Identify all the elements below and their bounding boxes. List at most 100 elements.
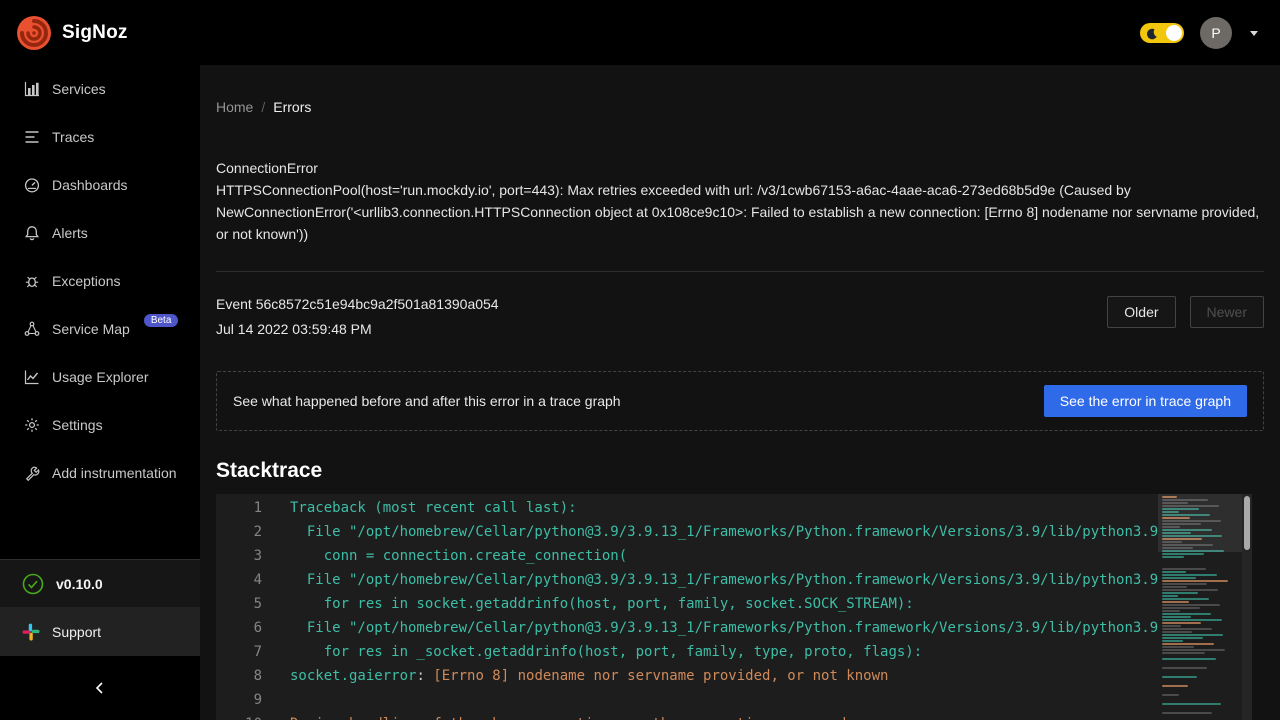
sidebar-item-add-instrumentation[interactable]: Add instrumentation: [0, 449, 200, 497]
event-meta: Event 56c8572c51e94bc9a2f501a81390a054 J…: [216, 296, 499, 338]
line-number: 4: [216, 568, 278, 592]
slack-icon: [22, 623, 40, 641]
sidebar-item-label: Settings: [52, 417, 103, 433]
theme-toggle[interactable]: [1140, 23, 1184, 43]
stack-line: 9: [216, 688, 1252, 712]
event-id: Event 56c8572c51e94bc9a2f501a81390a054: [216, 296, 499, 313]
caret-down-icon[interactable]: [1248, 27, 1260, 39]
stacktrace-code-block: 1Traceback (most recent call last):2 Fil…: [216, 494, 1252, 720]
sidebar-item-label: Exceptions: [52, 273, 120, 289]
sidebar-item-label: Service Map: [52, 321, 130, 337]
sidebar-item-label: Alerts: [52, 225, 88, 241]
code-scrollbar-thumb[interactable]: [1244, 496, 1250, 550]
line-chart-icon: [24, 369, 40, 385]
stack-line: 10During handling of the above exception…: [216, 712, 1252, 720]
gear-icon: [24, 417, 40, 433]
avatar[interactable]: P: [1200, 17, 1232, 49]
signoz-logo: [16, 15, 52, 51]
line-number: 2: [216, 520, 278, 544]
moon-icon: [1146, 27, 1158, 43]
trace-banner-text: See what happened before and after this …: [233, 393, 621, 409]
line-number: 9: [216, 688, 278, 712]
newer-button[interactable]: Newer: [1190, 296, 1264, 328]
app-name: SigNoz: [62, 22, 128, 44]
sidebar-item-settings[interactable]: Settings: [0, 401, 200, 449]
main-content: Home/Errors ConnectionError HTTPSConnect…: [200, 65, 1280, 720]
tool-icon: [24, 465, 40, 481]
line-text: socket.gaierror: [Errno 8] nodename nor …: [278, 664, 1252, 688]
sidebar-item-support[interactable]: Support: [0, 607, 200, 656]
code-minimap[interactable]: [1158, 494, 1242, 720]
event-nav-buttons: Older Newer: [1107, 296, 1264, 328]
sidebar-nav: Services Traces Dashboards Alerts Exceptions…: [0, 65, 200, 497]
beta-badge: Beta: [144, 314, 179, 327]
error-message: HTTPSConnectionPool(host='run.mockdy.io'…: [216, 179, 1264, 245]
sidebar-item-exceptions[interactable]: Exceptions: [0, 257, 200, 305]
line-text: File "/opt/homebrew/Cellar/python@3.9/3.…: [278, 568, 1252, 592]
event-row: Event 56c8572c51e94bc9a2f501a81390a054 J…: [216, 296, 1264, 338]
sidebar-item-dashboards[interactable]: Dashboards: [0, 161, 200, 209]
sidebar-item-service-map[interactable]: Service Map Beta: [0, 305, 200, 353]
minimap-viewport: [1158, 494, 1242, 552]
version-row[interactable]: v0.10.0: [0, 559, 200, 607]
toggle-knob: [1166, 25, 1182, 41]
stack-line: 4 File "/opt/homebrew/Cellar/python@3.9/…: [216, 568, 1252, 592]
stack-line: 8socket.gaierror: [Errno 8] nodename nor…: [216, 664, 1252, 688]
line-text: for res in _socket.getaddrinfo(host, por…: [278, 640, 1252, 664]
sidebar-item-services[interactable]: Services: [0, 65, 200, 113]
brand[interactable]: SigNoz: [16, 15, 128, 51]
line-number: 10: [216, 712, 278, 720]
bell-icon: [24, 225, 40, 241]
sidebar-item-usage-explorer[interactable]: Usage Explorer: [0, 353, 200, 401]
sidebar-item-label: Traces: [52, 129, 94, 145]
stack-line: 2 File "/opt/homebrew/Cellar/python@3.9/…: [216, 520, 1252, 544]
stacktrace-heading: Stacktrace: [216, 459, 1264, 483]
line-number: 6: [216, 616, 278, 640]
support-label: Support: [52, 624, 101, 640]
stack-line: 1Traceback (most recent call last):: [216, 496, 1252, 520]
line-text: During handling of the above exception, …: [278, 712, 1252, 720]
check-circle-icon: [22, 573, 44, 595]
line-number: 8: [216, 664, 278, 688]
sidebar-collapse[interactable]: [0, 656, 200, 720]
header-right: P: [1140, 17, 1260, 49]
sidebar-item-label: Usage Explorer: [52, 369, 149, 385]
line-text: [278, 688, 1252, 712]
line-text: Traceback (most recent call last):: [278, 496, 1252, 520]
stack-line: 5 for res in socket.getaddrinfo(host, po…: [216, 592, 1252, 616]
stack-line: 6 File "/opt/homebrew/Cellar/python@3.9/…: [216, 616, 1252, 640]
older-button[interactable]: Older: [1107, 296, 1175, 328]
chevron-left-icon: [93, 681, 107, 695]
align-left-icon: [24, 129, 40, 145]
line-number: 7: [216, 640, 278, 664]
breadcrumb: Home/Errors: [216, 99, 1264, 115]
line-number: 3: [216, 544, 278, 568]
sidebar-item-label: Services: [52, 81, 106, 97]
breadcrumb-home[interactable]: Home: [216, 99, 253, 115]
stack-line: 3 conn = connection.create_connection(: [216, 544, 1252, 568]
bug-icon: [24, 273, 40, 289]
line-number: 1: [216, 496, 278, 520]
dashboard-icon: [24, 177, 40, 193]
code-lines: 1Traceback (most recent call last):2 Fil…: [216, 494, 1252, 720]
line-text: File "/opt/homebrew/Cellar/python@3.9/3.…: [278, 520, 1252, 544]
sidebar: Services Traces Dashboards Alerts Exceptions…: [0, 65, 200, 720]
line-text: File "/opt/homebrew/Cellar/python@3.9/3.…: [278, 616, 1252, 640]
stack-line: 7 for res in _socket.getaddrinfo(host, p…: [216, 640, 1252, 664]
error-type: ConnectionError: [216, 157, 1264, 179]
code-scrollbar[interactable]: [1242, 494, 1252, 720]
sidebar-item-label: Add instrumentation: [52, 465, 177, 481]
version-label: v0.10.0: [56, 576, 103, 592]
bar-chart-icon: [24, 81, 40, 97]
trace-graph-banner: See what happened before and after this …: [216, 371, 1264, 431]
sidebar-item-alerts[interactable]: Alerts: [0, 209, 200, 257]
see-error-in-trace-graph-button[interactable]: See the error in trace graph: [1044, 385, 1247, 417]
sidebar-item-traces[interactable]: Traces: [0, 113, 200, 161]
line-text: conn = connection.create_connection(: [278, 544, 1252, 568]
breadcrumb-current: Errors: [273, 99, 311, 115]
line-number: 5: [216, 592, 278, 616]
sidebar-item-label: Dashboards: [52, 177, 128, 193]
avatar-initial: P: [1211, 25, 1220, 41]
event-timestamp: Jul 14 2022 03:59:48 PM: [216, 321, 499, 338]
breadcrumb-separator: /: [253, 99, 273, 115]
